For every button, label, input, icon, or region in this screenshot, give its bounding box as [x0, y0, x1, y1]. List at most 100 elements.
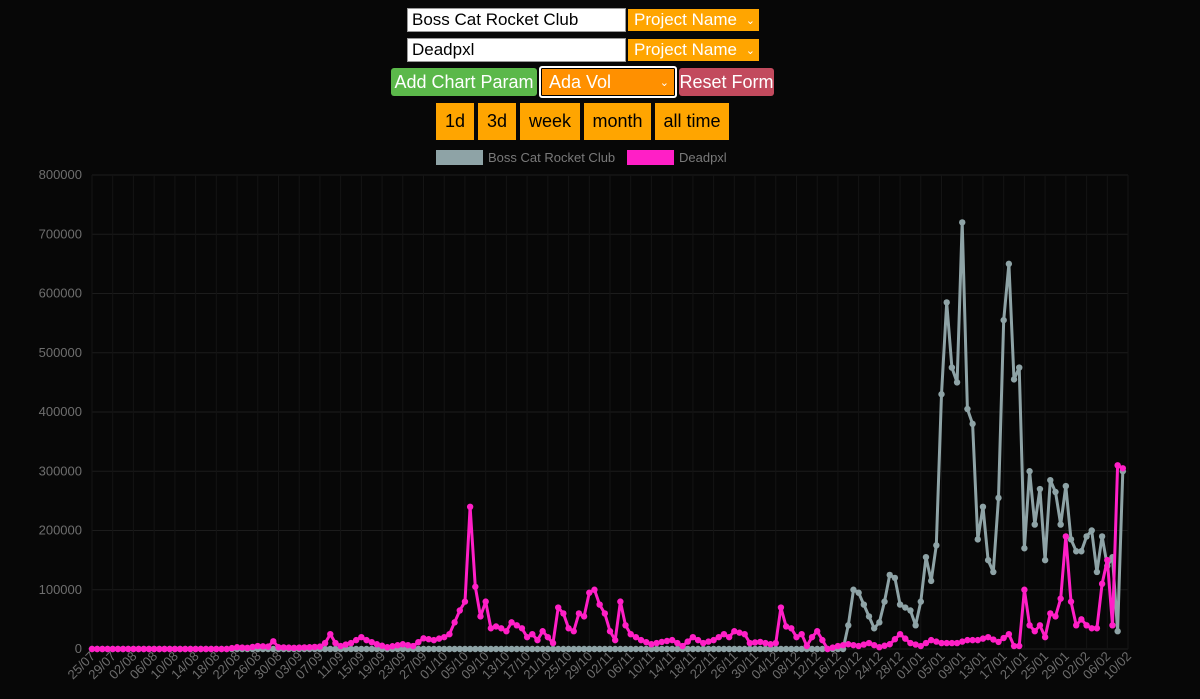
data-point-boss-cat-rocket-club	[938, 391, 945, 398]
project-2-type-label: Project Name	[634, 40, 737, 59]
x-tick-label: 28/12	[873, 649, 907, 683]
data-point-boss-cat-rocket-club	[891, 574, 899, 582]
data-point-boss-cat-rocket-club	[529, 645, 536, 653]
range-1d-button[interactable]: 1d	[436, 103, 474, 140]
data-point-boss-cat-rocket-club	[565, 645, 572, 653]
data-point-boss-cat-rocket-club	[1052, 488, 1059, 496]
x-tick-label: 30/08	[251, 649, 285, 683]
data-point-boss-cat-rocket-club	[394, 645, 401, 653]
data-point-deadpxl	[1010, 642, 1018, 650]
data-point-deadpxl	[720, 630, 728, 638]
data-point-boss-cat-rocket-club	[658, 645, 665, 653]
data-point-deadpxl	[907, 639, 914, 647]
y-tick-label: 100000	[39, 582, 82, 597]
range-month-button[interactable]: month	[584, 103, 651, 140]
data-point-boss-cat-rocket-club	[306, 645, 313, 653]
range-week-button[interactable]: week	[520, 103, 580, 140]
data-point-boss-cat-rocket-club	[472, 645, 479, 653]
data-point-boss-cat-rocket-club	[1031, 521, 1038, 528]
data-point-deadpxl	[145, 645, 153, 653]
data-point-deadpxl	[404, 641, 412, 649]
project-1-type-select[interactable]: Project Name ⌄	[628, 9, 759, 31]
data-point-deadpxl	[435, 635, 443, 642]
data-point-boss-cat-rocket-club	[99, 645, 106, 653]
data-point-deadpxl	[446, 630, 453, 638]
data-point-boss-cat-rocket-club	[254, 645, 261, 653]
data-point-deadpxl	[990, 636, 997, 643]
data-point-boss-cat-rocket-club	[93, 645, 101, 653]
data-point-deadpxl	[1083, 622, 1090, 629]
x-tick-label: 02/02	[1059, 649, 1093, 683]
data-point-boss-cat-rocket-club	[1062, 482, 1070, 490]
data-point-deadpxl	[539, 628, 546, 635]
x-tick-label: 23/09	[375, 649, 409, 683]
chart-param-select[interactable]: Ada Vol ⌄	[539, 66, 677, 98]
data-point-boss-cat-rocket-club	[933, 542, 940, 549]
data-point-boss-cat-rocket-club	[663, 645, 671, 653]
data-point-boss-cat-rocket-club	[399, 645, 406, 653]
project-1-input[interactable]	[407, 8, 626, 32]
data-point-boss-cat-rocket-club	[125, 645, 132, 653]
data-point-boss-cat-rocket-club	[114, 645, 122, 653]
project-2-type-select[interactable]: Project Name ⌄	[628, 39, 759, 61]
add-chart-param-button[interactable]: Add Chart Param	[391, 68, 537, 96]
data-point-deadpxl	[731, 628, 738, 635]
x-tick-label: 29/01	[1038, 649, 1072, 683]
data-point-boss-cat-rocket-club	[720, 645, 728, 653]
data-point-boss-cat-rocket-club	[943, 299, 950, 306]
range-3d-button[interactable]: 3d	[478, 103, 516, 140]
x-tick-label: 09/10	[458, 649, 492, 683]
data-point-boss-cat-rocket-club	[684, 645, 691, 653]
data-point-deadpxl	[891, 636, 899, 643]
data-point-boss-cat-rocket-club	[202, 645, 210, 653]
data-point-deadpxl	[264, 643, 272, 650]
data-point-deadpxl	[135, 645, 142, 653]
data-point-deadpxl	[575, 610, 583, 617]
data-point-boss-cat-rocket-club	[264, 645, 272, 653]
data-point-boss-cat-rocket-club	[518, 645, 526, 653]
data-point-deadpxl	[93, 645, 101, 653]
data-point-boss-cat-rocket-club	[705, 645, 712, 653]
reset-form-button[interactable]: Reset Form	[679, 68, 774, 96]
data-point-boss-cat-rocket-club	[560, 645, 567, 653]
legend-swatch-0	[436, 150, 483, 165]
data-point-boss-cat-rocket-club	[430, 645, 438, 653]
x-tick-label: 10/11	[625, 649, 658, 682]
data-point-deadpxl	[788, 625, 795, 632]
data-point-deadpxl	[352, 636, 360, 644]
project-2-input[interactable]	[407, 38, 626, 62]
data-point-deadpxl	[979, 635, 987, 642]
x-tick-label: 18/11	[666, 649, 699, 682]
data-point-boss-cat-rocket-club	[482, 645, 489, 653]
data-point-deadpxl	[472, 583, 479, 590]
data-point-boss-cat-rocket-club	[404, 645, 412, 653]
chart-param-label: Ada Vol	[549, 71, 612, 92]
data-point-boss-cat-rocket-club	[974, 536, 981, 543]
data-point-deadpxl	[964, 636, 971, 644]
range-all-time-button[interactable]: all time	[655, 103, 729, 140]
data-point-deadpxl	[560, 610, 567, 617]
data-point-boss-cat-rocket-club	[1047, 476, 1054, 484]
data-point-boss-cat-rocket-club	[725, 645, 733, 653]
data-point-deadpxl	[1098, 580, 1106, 588]
data-point-boss-cat-rocket-club	[586, 645, 593, 653]
data-point-deadpxl	[710, 636, 717, 644]
data-point-deadpxl	[306, 644, 313, 651]
data-point-deadpxl	[1057, 595, 1064, 602]
data-point-boss-cat-rocket-club	[1021, 545, 1028, 552]
data-point-boss-cat-rocket-club	[710, 645, 717, 653]
data-point-deadpxl	[296, 644, 303, 651]
x-tick-label: 18/08	[189, 649, 223, 683]
data-point-deadpxl	[399, 641, 406, 648]
data-point-deadpxl	[1005, 630, 1013, 638]
x-tick-label: 22/08	[210, 649, 244, 683]
data-point-deadpxl	[321, 639, 329, 647]
x-tick-label: 13/01	[955, 649, 989, 683]
data-point-boss-cat-rocket-club	[378, 645, 386, 653]
data-point-boss-cat-rocket-club	[171, 645, 179, 653]
data-point-deadpxl	[498, 625, 505, 632]
data-point-deadpxl	[130, 645, 137, 653]
data-point-boss-cat-rocket-club	[1041, 556, 1049, 564]
data-point-deadpxl	[249, 643, 256, 651]
x-tick-label: 26/11	[708, 649, 741, 682]
